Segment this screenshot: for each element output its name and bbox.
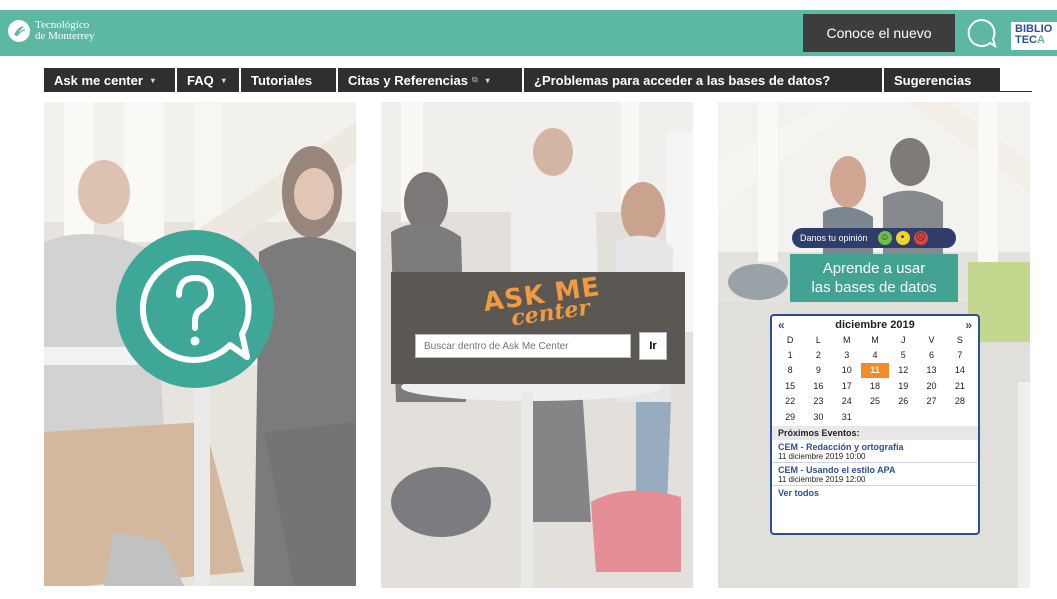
event-title[interactable]: CEM - Redacción y ortografía — [778, 442, 972, 452]
events-calendar: « diciembre 2019 » D L M M J V S 1 2 3 4… — [770, 314, 980, 535]
calendar-day[interactable]: 23 — [804, 394, 832, 409]
calendar-day[interactable]: 4 — [861, 347, 889, 362]
calendar-day-empty — [889, 409, 917, 424]
events-heading: Próximos Eventos: — [772, 426, 978, 441]
calendar-day[interactable]: 27 — [917, 394, 945, 409]
nav-label: FAQ — [187, 72, 214, 88]
event-date: 11 diciembre 2019 10:00 — [778, 452, 866, 462]
calendar-day[interactable]: 3 — [833, 347, 861, 362]
calendar-day[interactable]: 1 — [776, 347, 804, 362]
faq-panel[interactable] — [44, 102, 356, 586]
ask-me-center-logo: ASK ME center — [467, 272, 617, 331]
nav-divider — [1000, 91, 1032, 92]
event-title[interactable]: CEM - Usando el estilo APA — [778, 465, 972, 475]
calendar-day[interactable]: 29 — [776, 409, 804, 424]
calendar-day[interactable]: 22 — [776, 394, 804, 409]
nav-ask-me-center[interactable]: Ask me center ▾ — [44, 68, 177, 92]
neutral-face-icon[interactable]: • — [895, 231, 910, 245]
calendar-day[interactable]: 9 — [804, 363, 832, 378]
weekday-label: L — [815, 334, 821, 345]
nav-label: Tutoriales — [251, 72, 313, 88]
nav-sugerencias[interactable]: Sugerencias — [884, 68, 1000, 92]
weekday-label: S — [956, 334, 963, 345]
external-link-icon: ⧉ — [471, 75, 478, 84]
weekday-label: J — [901, 334, 906, 345]
calendar-day[interactable]: 5 — [889, 347, 917, 362]
tec-logo-icon — [8, 20, 30, 42]
calendar-day[interactable]: 25 — [861, 394, 889, 409]
ask-search-input[interactable] — [415, 334, 631, 358]
biblioteca-logo[interactable]: BIBLIO TECA — [1011, 22, 1057, 50]
promo-banner[interactable]: Conoce el nuevo — [803, 14, 955, 52]
calendar-day[interactable]: 30 — [804, 409, 832, 424]
feedback-label: Danos tu opinión — [800, 233, 868, 243]
calendar-day-empty — [917, 409, 945, 424]
calendar-day[interactable]: 17 — [833, 378, 861, 393]
calendar-day[interactable]: 7 — [946, 347, 974, 362]
weekday-label: D — [786, 334, 794, 345]
nav-faq[interactable]: FAQ ▾ — [177, 68, 241, 92]
biblio-line-2a: TEC — [1015, 34, 1037, 46]
calendar-grid: D L M M J V S 1 2 3 4 5 6 7 8 9 10 11 12… — [772, 332, 978, 424]
weekday-label: M — [871, 334, 879, 345]
biblio-line-2b: A — [1037, 34, 1045, 46]
caret-down-icon: ▾ — [485, 75, 490, 85]
learn-line-2: las bases de datos — [811, 279, 937, 296]
calendar-month: diciembre 2019 — [835, 319, 915, 331]
calendar-day[interactable]: 24 — [833, 394, 861, 409]
weekday-label: V — [928, 334, 935, 345]
nav-label: Sugerencias — [894, 72, 972, 88]
calendar-day[interactable]: 16 — [804, 378, 832, 393]
ask-me-search-box: ASK ME center Ir — [391, 272, 685, 384]
nav-label: ¿Problemas para acceder a las bases de d… — [534, 72, 831, 88]
prev-month-icon[interactable]: « — [778, 318, 785, 332]
logo-line-2: de Monterrey — [35, 30, 95, 42]
caret-down-icon: ▾ — [150, 75, 155, 85]
databases-panel: Danos tu opinión ☺ • ☹ Aprende a usar la… — [718, 102, 1030, 588]
calendar-day[interactable]: 12 — [889, 363, 917, 378]
see-all-events-link[interactable]: Ver todos — [772, 486, 978, 500]
calendar-day[interactable]: 31 — [833, 409, 861, 424]
question-bubble-icon[interactable] — [116, 230, 274, 388]
weekday-label: M — [842, 334, 851, 345]
calendar-day[interactable]: 20 — [917, 378, 945, 393]
calendar-day[interactable]: 19 — [889, 378, 917, 393]
sad-face-icon[interactable]: ☹ — [913, 231, 928, 245]
learn-line-1: Aprende a usar — [822, 260, 926, 277]
nav-citas-referencias[interactable]: Citas y Referencias ⧉ ▾ — [338, 68, 524, 92]
calendar-day[interactable]: 18 — [861, 378, 889, 393]
ask-search-button[interactable]: Ir — [639, 332, 667, 360]
calendar-day-today[interactable]: 11 — [860, 362, 890, 379]
ask-me-center-panel: ASK ME center Ir — [381, 102, 693, 588]
next-month-icon[interactable]: » — [965, 318, 972, 332]
calendar-day[interactable]: 13 — [917, 363, 945, 378]
calendar-day-empty — [861, 409, 889, 424]
chat-bubble-icon[interactable] — [966, 17, 998, 49]
calendar-day[interactable]: 14 — [946, 363, 974, 378]
calendar-day[interactable]: 28 — [946, 394, 974, 409]
caret-down-icon: ▾ — [221, 75, 226, 85]
feedback-bar[interactable]: Danos tu opinión ☺ • ☹ — [792, 228, 956, 248]
learn-databases-banner[interactable]: Aprende a usar las bases de datos — [790, 254, 958, 302]
calendar-day[interactable]: 8 — [776, 363, 804, 378]
nav-tutoriales[interactable]: Tutoriales — [241, 68, 338, 92]
calendar-day-empty — [946, 409, 974, 424]
nav-label: Citas y Referencias — [348, 72, 468, 88]
main-nav: Ask me center ▾ FAQ ▾ Tutoriales Citas y R… — [44, 68, 1000, 92]
calendar-day[interactable]: 26 — [889, 394, 917, 409]
calendar-day[interactable]: 15 — [776, 378, 804, 393]
calendar-day[interactable]: 10 — [833, 363, 861, 378]
event-item[interactable]: CEM - Usando el estilo APA 11 diciembre … — [772, 463, 978, 487]
nav-problemas-acceso[interactable]: ¿Problemas para acceder a las bases de d… — [524, 68, 884, 92]
event-item[interactable]: CEM - Redacción y ortografía 11 diciembr… — [772, 440, 978, 464]
top-bar: Tecnológico de Monterrey Conoce el nuevo… — [0, 10, 1057, 56]
happy-face-icon[interactable]: ☺ — [877, 231, 892, 245]
calendar-day[interactable]: 2 — [804, 347, 832, 362]
calendar-day[interactable]: 6 — [917, 347, 945, 362]
calendar-day[interactable]: 21 — [946, 378, 974, 393]
event-date: 11 diciembre 2019 12:00 — [778, 475, 866, 485]
nav-label: Ask me center — [54, 72, 143, 88]
tec-logo[interactable]: Tecnológico de Monterrey — [8, 20, 95, 42]
